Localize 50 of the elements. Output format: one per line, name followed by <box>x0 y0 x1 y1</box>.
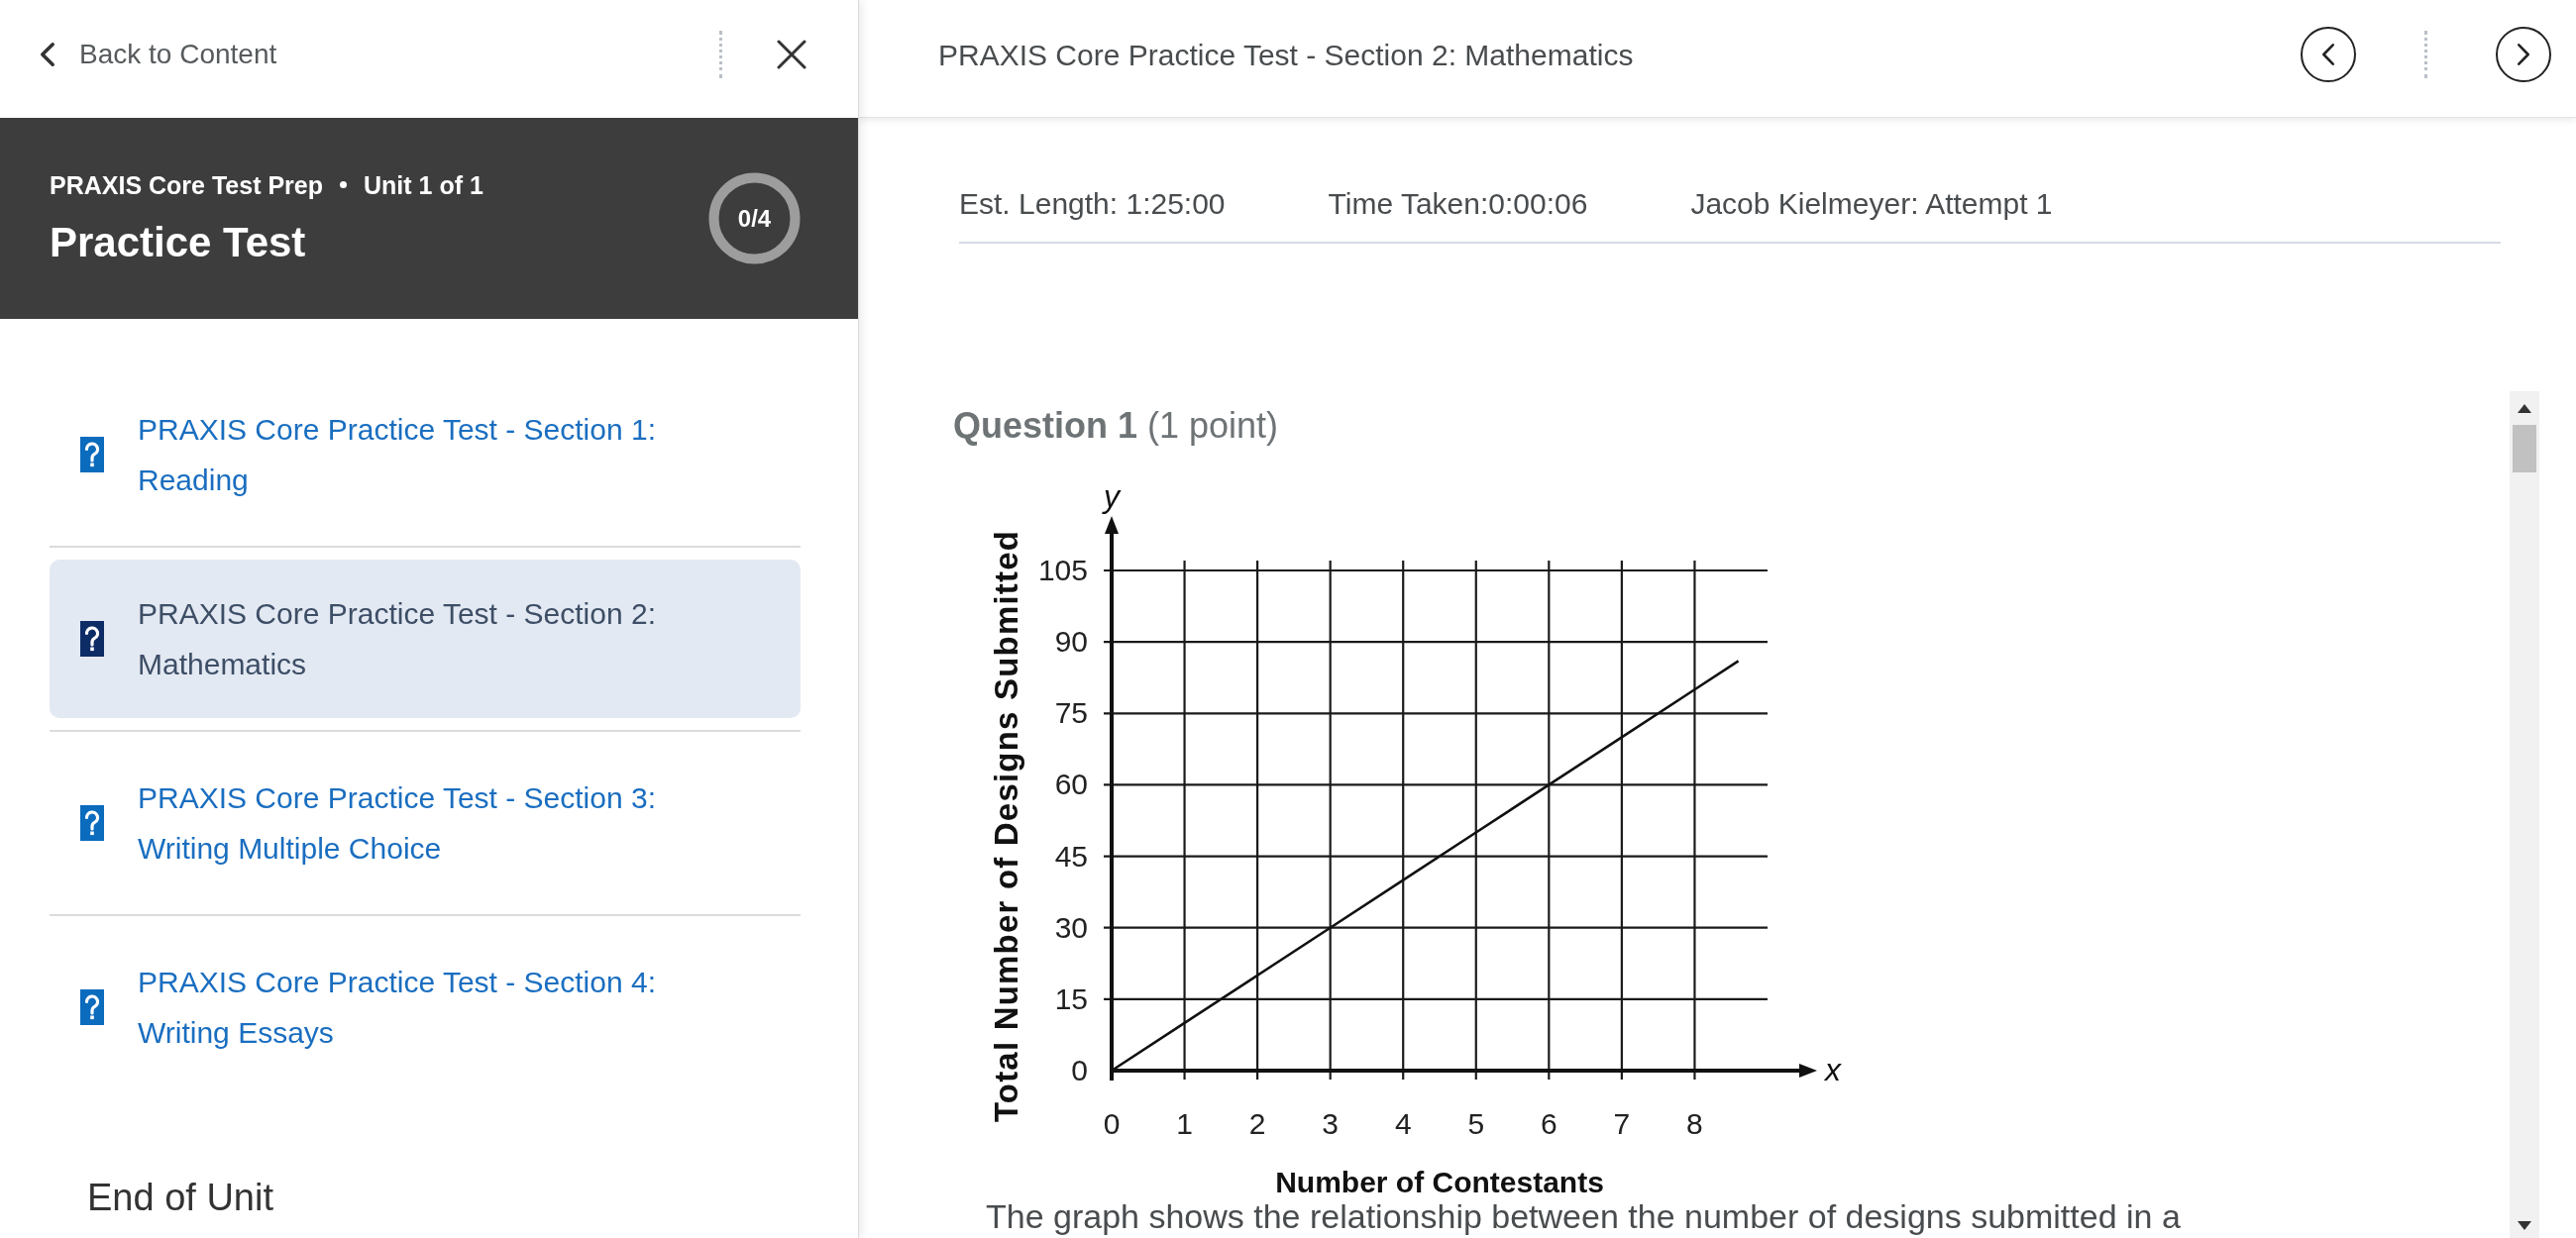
axis-title: Number of Contestants <box>1275 1166 1604 1196</box>
question-heading: Question 1 (1 point) <box>953 405 1279 447</box>
axis-tick-label: 105 <box>1037 554 1088 586</box>
down-arrow-icon <box>2518 1221 2531 1230</box>
axis-title: Total Number of Designs Submitted <box>988 529 1024 1123</box>
axis-variable-label: x <box>1825 1052 1841 1087</box>
bullet-icon <box>340 181 347 188</box>
axis-tick-label: 5 <box>1467 1107 1485 1140</box>
sidebar-item[interactable]: PRAXIS Core Practice Test - Section 2: Mathematics <box>50 560 801 718</box>
axis-tick-label: 8 <box>1686 1107 1703 1140</box>
end-of-unit-heading: End of Unit <box>87 1176 273 1219</box>
info-text: Jacob Kielmeyer: Attempt 1 <box>1690 186 2053 222</box>
axis-tick-label: 90 <box>1054 625 1088 659</box>
axis-tick-label: 1 <box>1176 1107 1193 1140</box>
info-text: Time Taken:0:00:06 <box>1328 186 1588 222</box>
course-name: PRAXIS Core Test Prep <box>50 169 323 200</box>
unit-title: Practice Test <box>50 217 306 267</box>
up-arrow-icon <box>2518 404 2531 413</box>
axis-tick-label: 45 <box>1054 839 1088 873</box>
question-mark-icon <box>80 437 104 472</box>
axis-tick-label: 75 <box>1054 696 1088 730</box>
axis-variable-label: y <box>1104 483 1120 514</box>
axis-tick-label: 30 <box>1054 910 1088 944</box>
chevron-left-icon <box>2321 43 2335 66</box>
chevron-left-icon <box>40 41 55 67</box>
close-icon <box>777 39 806 69</box>
axis-tick-label: 4 <box>1394 1107 1412 1140</box>
chevron-right-icon <box>2517 43 2530 66</box>
question-text: The graph shows the relationship between the number of designs submitted in a <box>986 1196 2181 1236</box>
axis-tick-label: 6 <box>1541 1107 1557 1140</box>
axis-tick-label: 7 <box>1613 1107 1631 1140</box>
info-text: Est. Length: 1:25:00 <box>959 186 1226 222</box>
next-button[interactable] <box>2496 27 2551 82</box>
axis-tick-label: 60 <box>1054 768 1088 801</box>
axis-tick-label: 0 <box>1103 1107 1121 1140</box>
axis-tick-label: 0 <box>1071 1054 1088 1086</box>
question-mark-icon <box>80 805 104 841</box>
unit-count: Unit 1 of 1 <box>364 169 483 200</box>
question-mark-icon <box>80 989 104 1025</box>
page-title: PRAXIS Core Practice Test - Section 2: Mathematics <box>938 37 1634 73</box>
axis-tick-label: 15 <box>1054 981 1088 1015</box>
back-link[interactable]: Back to Content <box>40 33 277 75</box>
axis-tick-label: 2 <box>1248 1107 1266 1140</box>
question-mark-icon <box>80 621 104 657</box>
scrollbar[interactable] <box>2510 391 2539 1238</box>
close-button[interactable] <box>777 39 806 69</box>
scrollbar-thumb[interactable] <box>2513 425 2536 472</box>
previous-button[interactable] <box>2301 27 2356 82</box>
axis-tick-label: 3 <box>1322 1107 1339 1140</box>
progress-count: 0/4 <box>737 204 772 233</box>
